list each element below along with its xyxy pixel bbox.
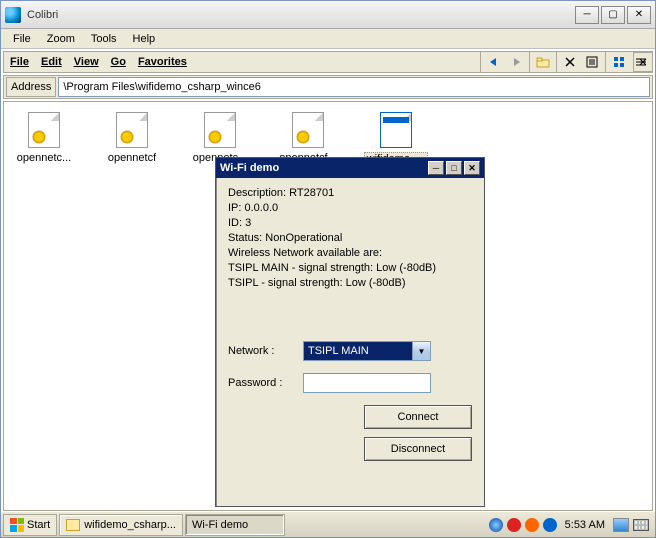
app-icon	[380, 112, 412, 148]
minimize-button[interactable]: ─	[575, 6, 599, 24]
menu-zoom[interactable]: Zoom	[39, 31, 83, 47]
wifi-titlebar[interactable]: Wi-Fi demo ─ □ ✕	[216, 158, 484, 178]
network-label: Network :	[228, 345, 303, 357]
tray-status-icon[interactable]	[507, 518, 521, 532]
address-bar: Address	[3, 75, 653, 99]
file-item[interactable]: opennetc...	[12, 112, 76, 166]
delete-button[interactable]	[559, 52, 581, 72]
show-desktop-icon[interactable]	[613, 518, 629, 532]
explorer: File Edit View Go Favorites ✕ Address	[1, 49, 655, 537]
address-input[interactable]	[58, 77, 650, 97]
file-item[interactable]: opennetcf	[100, 112, 164, 166]
file-label: opennetcf	[108, 152, 156, 164]
system-tray: 5:53 AM	[485, 518, 653, 532]
disconnect-button[interactable]: Disconnect	[364, 437, 472, 461]
menu-file[interactable]: File	[5, 31, 39, 47]
folder-icon	[66, 519, 80, 531]
up-folder-button[interactable]	[532, 52, 554, 72]
taskbar-item[interactable]: wifidemo_csharp...	[59, 514, 183, 536]
file-icon	[116, 112, 148, 148]
info-line: Wireless Network available are:	[228, 246, 472, 261]
taskbar-item-active[interactable]: Wi-Fi demo	[185, 514, 285, 536]
tray-alert-icon[interactable]	[525, 518, 539, 532]
exp-menu-edit[interactable]: Edit	[35, 54, 68, 70]
back-button[interactable]	[483, 52, 505, 72]
wifi-body: Description: RT28701 IP: 0.0.0.0 ID: 3 S…	[216, 178, 484, 506]
outer-window: Colibri ─ ▢ ✕ File Zoom Tools Help File …	[0, 0, 656, 538]
exp-menu-favorites[interactable]: Favorites	[132, 54, 193, 70]
menu-tools[interactable]: Tools	[83, 31, 125, 47]
file-icon	[28, 112, 60, 148]
wifi-close-button[interactable]: ✕	[464, 161, 480, 175]
start-label: Start	[27, 519, 50, 531]
connect-button[interactable]: Connect	[364, 405, 472, 429]
maximize-button[interactable]: ▢	[601, 6, 625, 24]
password-label: Password :	[228, 377, 303, 389]
close-button[interactable]: ✕	[627, 6, 651, 24]
wifi-maximize-button[interactable]: □	[446, 161, 462, 175]
info-line: ID: 3	[228, 216, 472, 231]
windows-logo-icon	[10, 518, 24, 532]
network-combo[interactable]: ▼	[303, 341, 431, 361]
wifi-title: Wi-Fi demo	[220, 162, 426, 174]
clock[interactable]: 5:53 AM	[561, 519, 609, 531]
wifi-info: Description: RT28701 IP: 0.0.0.0 ID: 3 S…	[228, 186, 472, 291]
properties-button[interactable]	[581, 52, 603, 72]
view-icons-button[interactable]	[608, 52, 630, 72]
exp-menu-go[interactable]: Go	[105, 54, 132, 70]
taskbar-label: Wi-Fi demo	[192, 519, 248, 531]
file-label: opennetc...	[17, 152, 71, 164]
menu-help[interactable]: Help	[125, 31, 164, 47]
tray-app-icon[interactable]	[543, 518, 557, 532]
wifi-dialog: Wi-Fi demo ─ □ ✕ Description: RT28701 IP…	[215, 157, 485, 507]
outer-title: Colibri	[27, 9, 575, 21]
file-area: opennetc... opennetcf opennetc... openne…	[3, 101, 653, 511]
file-icon	[204, 112, 236, 148]
info-line: TSIPL MAIN - signal strength: Low (-80dB…	[228, 261, 472, 276]
info-line: IP: 0.0.0.0	[228, 201, 472, 216]
explorer-menubar: File Edit View Go Favorites ✕	[3, 51, 653, 73]
password-input[interactable]	[303, 373, 431, 393]
network-input[interactable]	[303, 341, 413, 361]
info-line: TSIPL - signal strength: Low (-80dB)	[228, 276, 472, 291]
wifi-minimize-button[interactable]: ─	[428, 161, 444, 175]
exp-menu-view[interactable]: View	[68, 54, 105, 70]
window-controls: ─ ▢ ✕	[575, 6, 651, 24]
forward-button[interactable]	[505, 52, 527, 72]
start-button[interactable]: Start	[3, 514, 57, 536]
outer-menu: File Zoom Tools Help	[1, 29, 655, 49]
menubar-close-button[interactable]: ✕	[633, 52, 653, 72]
taskbar-label: wifidemo_csharp...	[84, 519, 176, 531]
exp-menu-file[interactable]: File	[4, 54, 35, 70]
file-icon	[292, 112, 324, 148]
address-label: Address	[6, 77, 56, 97]
info-line: Status: NonOperational	[228, 231, 472, 246]
dropdown-icon[interactable]: ▼	[413, 341, 431, 361]
keyboard-icon[interactable]	[633, 519, 649, 531]
info-line: Description: RT28701	[228, 186, 472, 201]
tray-network-icon[interactable]	[489, 518, 503, 532]
outer-titlebar: Colibri ─ ▢ ✕	[1, 1, 655, 29]
app-icon	[5, 7, 21, 23]
taskbar: Start wifidemo_csharp... Wi-Fi demo 5:53…	[1, 511, 655, 537]
